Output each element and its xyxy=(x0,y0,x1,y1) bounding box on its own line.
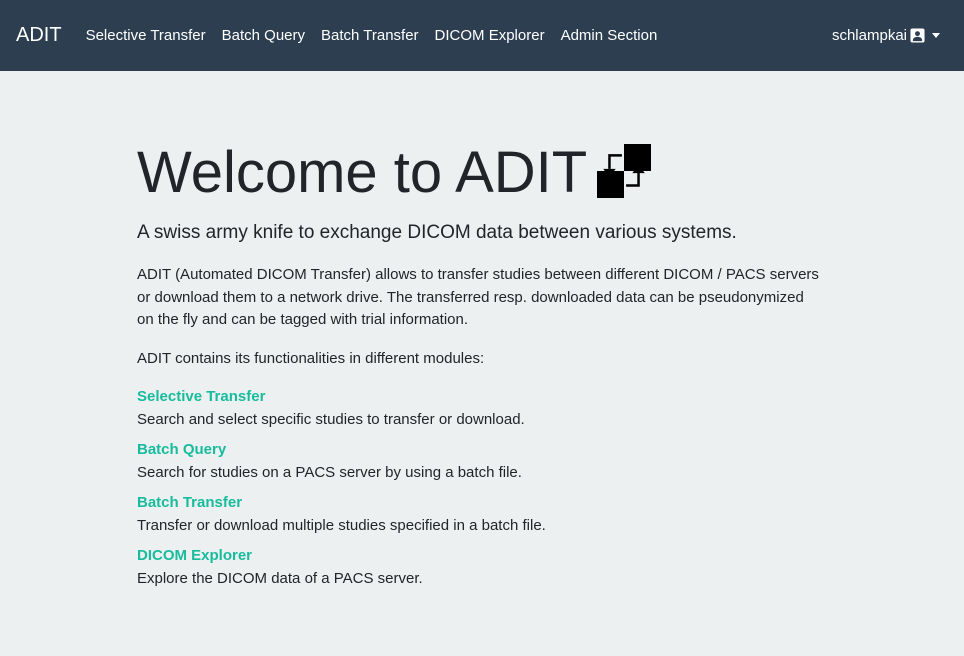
user-square-icon xyxy=(910,28,925,43)
module-link-batch-query[interactable]: Batch Query xyxy=(137,439,824,462)
modules-list: Selective Transfer Search and select spe… xyxy=(137,386,824,590)
module-item-batch-transfer: Batch Transfer Transfer or download mult… xyxy=(137,492,824,537)
module-link-selective-transfer[interactable]: Selective Transfer xyxy=(137,386,824,409)
module-link-batch-transfer[interactable]: Batch Transfer xyxy=(137,492,824,515)
page-title: Welcome to ADIT xyxy=(137,140,824,206)
main-content: Welcome to ADIT A swiss army knife to ex… xyxy=(0,140,964,590)
caret-down-icon xyxy=(932,33,940,38)
username-label: schlampkai xyxy=(831,27,907,44)
nav-link-dicom-explorer[interactable]: DICOM Explorer xyxy=(435,27,545,44)
nav-link-admin-section[interactable]: Admin Section xyxy=(561,27,658,44)
module-item-dicom-explorer: DICOM Explorer Explore the DICOM data of… xyxy=(137,545,824,590)
module-link-dicom-explorer[interactable]: DICOM Explorer xyxy=(137,545,824,568)
nav-links: Selective Transfer Batch Query Batch Tra… xyxy=(86,27,832,44)
description-text: ADIT (Automated DICOM Transfer) allows t… xyxy=(137,266,819,328)
module-item-batch-query: Batch Query Search for studies on a PACS… xyxy=(137,439,824,484)
module-description: Search and select specific studies to tr… xyxy=(137,410,525,428)
top-navbar: ADIT Selective Transfer Batch Query Batc… xyxy=(0,0,964,71)
brand-link[interactable]: ADIT xyxy=(16,24,62,47)
nav-link-batch-query[interactable]: Batch Query xyxy=(222,27,305,44)
transfer-arrows-icon xyxy=(597,144,652,198)
module-description: Transfer or download multiple studies sp… xyxy=(137,516,546,534)
modules-intro-text: ADIT contains its functionalities in dif… xyxy=(137,349,485,367)
nav-link-batch-transfer[interactable]: Batch Transfer xyxy=(321,27,419,44)
nav-link-selective-transfer[interactable]: Selective Transfer xyxy=(86,27,206,44)
user-menu-dropdown[interactable]: schlampkai xyxy=(832,27,940,44)
lead-text: A swiss army knife to exchange DICOM dat… xyxy=(137,222,737,243)
module-description: Explore the DICOM data of a PACS server. xyxy=(137,569,423,587)
module-description: Search for studies on a PACS server by u… xyxy=(137,463,522,481)
module-item-selective-transfer: Selective Transfer Search and select spe… xyxy=(137,386,824,431)
page-title-text: Welcome to ADIT xyxy=(137,140,588,205)
